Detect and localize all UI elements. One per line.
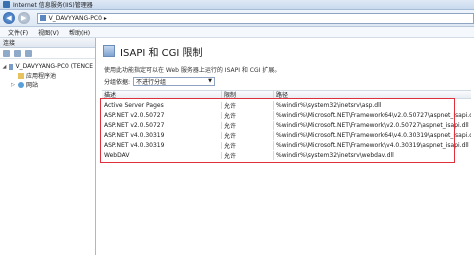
restrictions-table: 描述 限制 路径 Active Server Pages 允许 %windir%… bbox=[100, 90, 471, 163]
tree-item-label: 网站 bbox=[26, 82, 39, 89]
forward-icon[interactable]: ▶ bbox=[17, 12, 30, 24]
menu-file[interactable]: 文件(F) bbox=[8, 28, 28, 37]
tree-item-app-pools[interactable]: 应用程序池 bbox=[2, 71, 93, 80]
menu-help[interactable]: 帮助(H) bbox=[69, 28, 90, 37]
menu-bar: 文件(F) 视图(V) 帮助(H) bbox=[0, 27, 474, 38]
table-row[interactable]: ASP.NET v2.0.50727 允许 %windir%\Microsoft… bbox=[102, 120, 471, 130]
table-row[interactable]: ASP.NET v4.0.30319 允许 %windir%\Microsoft… bbox=[102, 140, 471, 150]
feature-description: 使用此功能指定可以在 Web 服务器上运行的 ISAPI 和 CGI 扩展。 bbox=[104, 67, 281, 74]
feature-header: ISAPI 和 CGI 限制 bbox=[97, 38, 474, 59]
title-bar: Internet 信息服务(IIS)管理器 bbox=[0, 0, 474, 10]
group-by-value: 不进行分组 bbox=[136, 78, 167, 86]
app-pool-icon bbox=[18, 72, 24, 79]
group-by-row: 分组依据: 不进行分组 ▼ bbox=[97, 75, 474, 87]
tree-item-label: V_DAVYYANG-PC0 (TENCE bbox=[15, 63, 93, 70]
iis-app-icon bbox=[3, 1, 10, 8]
menu-view[interactable]: 视图(V) bbox=[38, 28, 59, 37]
cell-path: %windir%\Microsoft.NET\Framework64\v2.0.… bbox=[276, 111, 471, 119]
tree-item-label: 应用程序池 bbox=[26, 73, 57, 80]
group-by-label: 分组依据: bbox=[104, 78, 131, 86]
server-icon bbox=[8, 63, 14, 70]
cell-restriction: 允许 bbox=[222, 130, 274, 140]
table-body: Active Server Pages 允许 %windir%\system32… bbox=[100, 98, 471, 163]
server-icon bbox=[39, 15, 46, 21]
cell-path: %windir%\Microsoft.NET\Framework64\v4.0.… bbox=[276, 131, 471, 139]
cell-path: %windir%\system32\inetsrv\asp.dll bbox=[276, 101, 382, 109]
cell-description: WebDAV bbox=[102, 151, 222, 159]
sites-icon bbox=[18, 81, 24, 88]
address-path: V_DAVYYANG-PC0 ▸ bbox=[48, 14, 107, 22]
connections-panel: 连接 ◢ V_DAVYYANG-PC0 (TENCE 应用程序池 ▷ 网站 bbox=[0, 38, 96, 255]
collapse-icon[interactable]: ◢ bbox=[2, 64, 7, 70]
tree-item-sites[interactable]: ▷ 网站 bbox=[2, 80, 93, 89]
table-row[interactable]: Active Server Pages 允许 %windir%\system32… bbox=[102, 100, 471, 110]
cell-restriction: 允许 bbox=[222, 120, 274, 130]
page-title: ISAPI 和 CGI 限制 bbox=[120, 47, 203, 59]
cell-description: ASP.NET v4.0.30319 bbox=[102, 141, 222, 149]
connections-toolbar bbox=[0, 48, 95, 59]
table-row[interactable]: ASP.NET v4.0.30319 允许 %windir%\Microsoft… bbox=[102, 130, 471, 140]
cell-description: Active Server Pages bbox=[102, 101, 222, 109]
back-icon[interactable]: ◀ bbox=[3, 12, 15, 24]
cell-path: %windir%\Microsoft.NET\Framework\v2.0.50… bbox=[276, 121, 469, 129]
isapi-cgi-icon bbox=[103, 45, 115, 57]
navigation-bar: ◀ ▶ V_DAVYYANG-PC0 ▸ bbox=[0, 10, 474, 27]
refresh-icon[interactable] bbox=[25, 49, 32, 57]
feature-view: ISAPI 和 CGI 限制 使用此功能指定可以在 Web 服务器上运行的 IS… bbox=[97, 38, 474, 255]
table-header: 描述 限制 路径 bbox=[102, 90, 471, 99]
cell-restriction: 允许 bbox=[222, 150, 274, 160]
window-title: Internet 信息服务(IIS)管理器 bbox=[13, 2, 93, 9]
column-header-restriction[interactable]: 限制 bbox=[222, 91, 274, 99]
connections-tree: ◢ V_DAVYYANG-PC0 (TENCE 应用程序池 ▷ 网站 bbox=[0, 59, 95, 92]
expand-icon[interactable]: ▷ bbox=[10, 82, 16, 88]
cell-description: ASP.NET v4.0.30319 bbox=[102, 131, 222, 139]
address-bar[interactable]: V_DAVYYANG-PC0 ▸ bbox=[36, 12, 474, 24]
cell-path: %windir%\system32\inetsrv\webdav.dll bbox=[276, 151, 394, 159]
create-connection-icon[interactable] bbox=[3, 49, 10, 57]
cell-description: ASP.NET v2.0.50727 bbox=[102, 111, 222, 119]
group-by-select[interactable]: 不进行分组 ▼ bbox=[133, 76, 216, 86]
save-icon[interactable] bbox=[14, 49, 21, 57]
cell-restriction: 允许 bbox=[222, 100, 274, 110]
table-row[interactable]: WebDAV 允许 %windir%\system32\inetsrv\webd… bbox=[102, 150, 471, 160]
connections-header: 连接 bbox=[0, 38, 95, 48]
column-header-path[interactable]: 路径 bbox=[274, 91, 471, 99]
cell-description: ASP.NET v2.0.50727 bbox=[102, 121, 222, 129]
cell-path: %windir%\Microsoft.NET\Framework\v4.0.30… bbox=[276, 141, 469, 149]
column-header-description[interactable]: 描述 bbox=[102, 91, 222, 99]
cell-restriction: 允许 bbox=[222, 140, 274, 150]
tree-item-server[interactable]: ◢ V_DAVYYANG-PC0 (TENCE bbox=[2, 62, 93, 71]
cell-restriction: 允许 bbox=[222, 110, 274, 120]
table-row[interactable]: ASP.NET v2.0.50727 允许 %windir%\Microsoft… bbox=[102, 110, 471, 120]
chevron-down-icon: ▼ bbox=[208, 78, 213, 84]
